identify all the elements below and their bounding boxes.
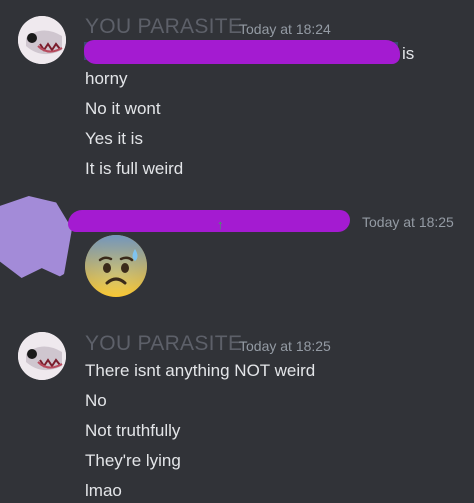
message-line: is bbox=[402, 44, 415, 63]
redaction-mark bbox=[68, 210, 350, 232]
message-line: It is full weird bbox=[85, 159, 184, 178]
avatar-creature-icon bbox=[18, 332, 66, 380]
message-line: horny bbox=[85, 69, 128, 88]
message-line: Not truthfully bbox=[85, 421, 181, 440]
avatar-creature-icon bbox=[18, 16, 66, 64]
message-line: lmao bbox=[85, 481, 122, 500]
message-line: Yes it is bbox=[85, 129, 143, 148]
anxious-face-with-sweat-icon bbox=[85, 235, 147, 297]
message-group-1: YOU PARASITE Today at 18:24 is horny No … bbox=[0, 0, 474, 190]
message-group-2: ↑ Today at 18:25 bbox=[0, 190, 474, 320]
message-line: No it wont bbox=[85, 99, 161, 118]
avatar[interactable] bbox=[18, 16, 66, 64]
timestamp: Today at 18:25 bbox=[362, 214, 454, 230]
message-line: They're lying bbox=[85, 451, 181, 470]
reply-arrow-icon: ↑ bbox=[217, 217, 224, 232]
timestamp: Today at 18:24 bbox=[239, 21, 331, 37]
author-name[interactable]: YOU PARASITE bbox=[85, 15, 242, 39]
message-line: No bbox=[85, 391, 107, 410]
avatar[interactable] bbox=[18, 332, 66, 380]
redacted-avatar[interactable] bbox=[0, 196, 72, 278]
author-name[interactable]: YOU PARASITE bbox=[85, 332, 242, 356]
timestamp: Today at 18:25 bbox=[239, 338, 331, 354]
message-line: There isnt anything NOT weird bbox=[85, 361, 316, 380]
message-group-3: YOU PARASITE Today at 18:25 There isnt a… bbox=[0, 320, 474, 503]
redaction-mark bbox=[84, 40, 400, 64]
